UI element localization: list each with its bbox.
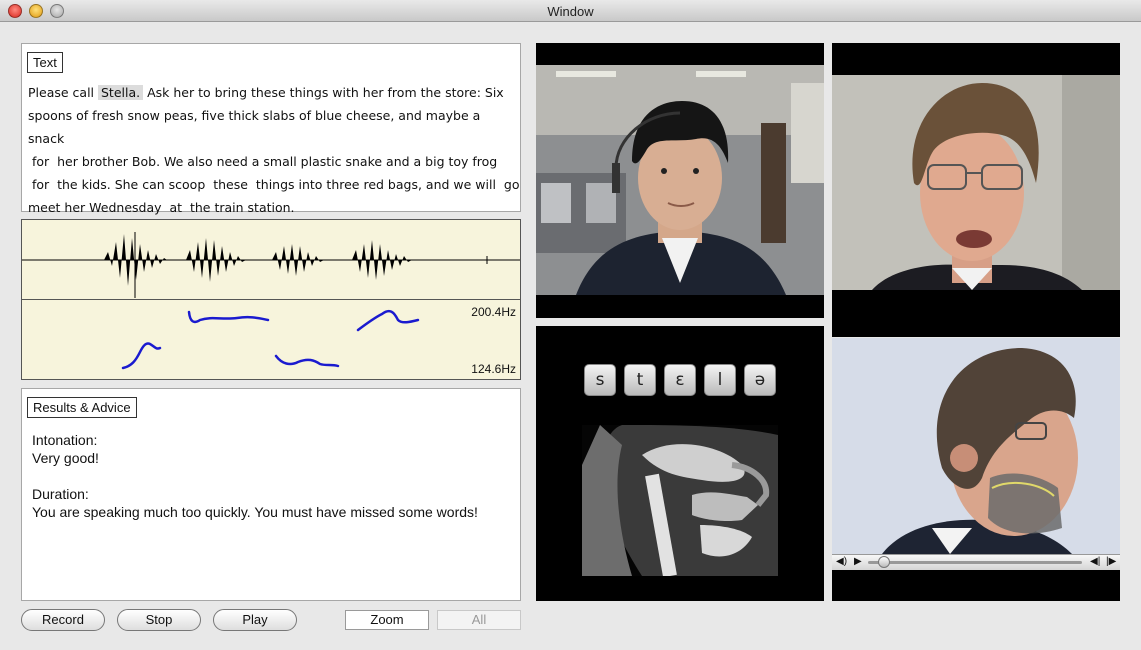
waveform-display[interactable]	[21, 219, 521, 300]
pitch-contour-graph	[121, 309, 420, 370]
intonation-label: Intonation:	[32, 432, 98, 448]
text-panel-legend: Text	[27, 52, 63, 73]
text-segment: Ask her to bring these things with her f…	[143, 85, 504, 100]
app-window: Window Text Please call Stella. Ask her …	[0, 0, 1141, 650]
phoneme-key-schwa[interactable]: ə	[744, 364, 776, 396]
duration-result: Duration: You are speaking much too quic…	[32, 485, 512, 521]
stop-button[interactable]: Stop	[117, 609, 201, 631]
profile-video-frame	[832, 338, 1120, 554]
pitch-min-label: 124.6Hz	[471, 362, 516, 376]
skip-back-icon[interactable]: ◀|	[1090, 556, 1100, 567]
results-panel-legend: Results & Advice	[27, 397, 137, 418]
speaker-icon[interactable]: ◀)	[836, 556, 847, 567]
text-segment: Please call	[28, 85, 98, 100]
phoneme-key-t[interactable]: t	[624, 364, 656, 396]
text-line: for the kids. She can scoop these things…	[28, 177, 520, 192]
mri-sagittal-graphic	[582, 425, 778, 578]
teacher-video[interactable]	[832, 43, 1120, 337]
prompt-text: Please call Stella. Ask her to bring the…	[28, 81, 520, 219]
title-bar: Window	[0, 0, 1141, 22]
video-controls: ◀) ▶ ◀| |▶	[832, 554, 1120, 570]
waveform-graph	[22, 232, 520, 298]
intonation-result: Intonation: Very good!	[32, 431, 512, 467]
play-icon[interactable]: ▶	[854, 556, 862, 567]
text-line: meet her Wednesday at the train station.	[28, 200, 295, 215]
all-button[interactable]: All	[437, 610, 521, 630]
text-line: for her brother Bob. We also need a smal…	[28, 154, 498, 169]
record-button[interactable]: Record	[21, 609, 105, 631]
skip-forward-icon[interactable]: |▶	[1106, 556, 1116, 567]
zoom-button[interactable]: Zoom	[345, 610, 429, 630]
pitch-max-label: 200.4Hz	[471, 305, 516, 319]
duration-value: You are speaking much too quickly. You m…	[32, 504, 478, 520]
video-scrubber-track[interactable]	[868, 561, 1082, 564]
results-body: Intonation: Very good! Duration: You are…	[32, 431, 512, 539]
learner-video[interactable]	[536, 43, 824, 318]
phoneme-key-l[interactable]: l	[704, 364, 736, 396]
play-button[interactable]: Play	[213, 609, 297, 631]
video-scrubber-handle[interactable]	[878, 556, 890, 568]
results-panel: Results & Advice Intonation: Very good! …	[21, 388, 521, 601]
duration-label: Duration:	[32, 486, 89, 502]
phoneme-key-epsilon[interactable]: ɛ	[664, 364, 696, 396]
learner-video-frame	[536, 65, 824, 295]
intonation-value: Very good!	[32, 450, 99, 466]
window-title: Window	[547, 4, 594, 19]
text-panel: Text Please call Stella. Ask her to brin…	[21, 43, 521, 215]
text-line: Please call Stella. Ask her to bring the…	[28, 81, 518, 104]
phoneme-key-s[interactable]: s	[584, 364, 616, 396]
mri-image	[582, 425, 778, 578]
pitch-display[interactable]: 200.4Hz 124.6Hz	[21, 300, 521, 380]
text-line: spoons of fresh snow peas, five thick sl…	[28, 108, 481, 146]
highlighted-word[interactable]: Stella.	[98, 85, 144, 100]
teacher-video-frame	[832, 75, 1120, 290]
